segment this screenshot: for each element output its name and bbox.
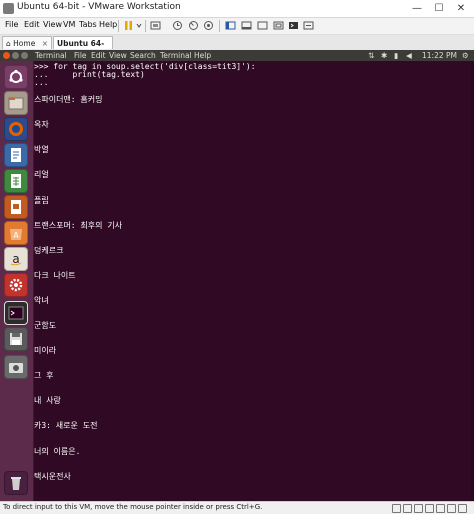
ubuntu-top-panel: Terminal File Edit View Search Terminal … bbox=[0, 50, 474, 61]
menu-vm[interactable]: VM bbox=[63, 20, 75, 29]
full-screen-icon[interactable] bbox=[257, 20, 268, 31]
window-minimize-icon[interactable] bbox=[12, 52, 19, 59]
maximize-button[interactable]: ☐ bbox=[428, 0, 450, 17]
menu-help[interactable]: Help bbox=[99, 20, 117, 29]
close-icon[interactable]: × bbox=[42, 39, 48, 48]
home-icon: ⌂ bbox=[6, 39, 11, 48]
terminal-line: 박열 bbox=[34, 145, 49, 154]
terminal-line: 플립 bbox=[34, 196, 49, 205]
status-text: To direct input to this VM, move the mou… bbox=[3, 503, 263, 511]
trash-icon[interactable] bbox=[4, 471, 28, 495]
terminal-line: 미이라 bbox=[34, 346, 57, 355]
vmware-menubar: File Edit View VM Tabs Help bbox=[0, 18, 474, 35]
clock[interactable]: 11:22 PM bbox=[422, 51, 457, 60]
display-icon[interactable] bbox=[458, 504, 467, 513]
terminal-line: ... bbox=[34, 78, 49, 87]
snapshot-manager-icon[interactable] bbox=[203, 20, 214, 31]
terminal-line: 그 후 bbox=[34, 371, 54, 380]
bluetooth-icon[interactable]: ✱ bbox=[381, 51, 387, 60]
window-title: Ubuntu 64-bit - VMware Workstation bbox=[17, 2, 181, 12]
cd-drive-icon[interactable] bbox=[403, 504, 412, 513]
terminal-line: 내 사랑 bbox=[34, 396, 61, 405]
power-gear-icon[interactable]: ⚙ bbox=[462, 51, 469, 60]
settings-icon[interactable] bbox=[4, 273, 28, 297]
stretch-guest-icon[interactable] bbox=[303, 20, 314, 31]
tab-label: Home bbox=[13, 39, 36, 48]
vm-tab-bar: ⌂ Home × Ubuntu 64-bit × bbox=[0, 35, 474, 61]
revert-snapshot-icon[interactable] bbox=[188, 20, 199, 31]
menu-view[interactable]: View bbox=[43, 20, 62, 29]
software-center-icon[interactable]: A bbox=[4, 221, 28, 245]
menu-edit[interactable]: Edit bbox=[91, 51, 106, 60]
printer-icon[interactable] bbox=[447, 504, 456, 513]
window-title-bar: Ubuntu 64-bit - VMware Workstation — ☐ ✕ bbox=[0, 0, 474, 18]
show-library-icon[interactable] bbox=[225, 20, 236, 31]
terminal-line: 너의 이름은. bbox=[34, 447, 81, 456]
terminal-output[interactable]: >>> for tag in soup.select('div[class=ti… bbox=[34, 61, 474, 501]
camera-icon[interactable] bbox=[4, 355, 28, 379]
volume-icon[interactable]: ◀ bbox=[406, 51, 412, 60]
menu-search[interactable]: Search bbox=[130, 51, 156, 60]
terminal-line: 덩케르크 bbox=[34, 246, 64, 255]
unity-mode-icon[interactable] bbox=[273, 20, 284, 31]
terminal-line: 트랜스포머: 최후의 기사 bbox=[34, 221, 123, 230]
files-icon[interactable] bbox=[4, 91, 28, 115]
hard-disk-icon[interactable] bbox=[392, 504, 401, 513]
menu-help[interactable]: Help bbox=[194, 51, 211, 60]
vm-display[interactable]: Terminal File Edit View Search Terminal … bbox=[0, 50, 474, 501]
menu-file[interactable]: File bbox=[74, 51, 87, 60]
vmware-app-icon bbox=[3, 3, 14, 14]
console-view-icon[interactable] bbox=[288, 20, 299, 31]
terminal-line: 군함도 bbox=[34, 321, 57, 330]
svg-text:A: A bbox=[13, 231, 19, 240]
ubuntu-dash-icon[interactable] bbox=[4, 65, 28, 89]
menu-edit[interactable]: Edit bbox=[24, 20, 40, 29]
chevron-down-icon[interactable] bbox=[136, 20, 142, 31]
minimize-button[interactable]: — bbox=[406, 0, 428, 17]
terminal-line: ... print(tag.text) bbox=[34, 70, 145, 79]
impress-icon[interactable] bbox=[4, 195, 28, 219]
toolbar-separator bbox=[118, 20, 119, 32]
menu-terminal[interactable]: Terminal bbox=[160, 51, 192, 60]
network-adapter-icon[interactable] bbox=[414, 504, 423, 513]
close-button[interactable]: ✕ bbox=[450, 0, 472, 17]
save-icon[interactable] bbox=[4, 327, 28, 351]
toolbar-separator bbox=[219, 20, 220, 32]
menu-view[interactable]: View bbox=[109, 51, 127, 60]
terminal-line: 악녀 bbox=[34, 296, 49, 305]
terminal-line: 스파이더맨: 홈커밍 bbox=[34, 95, 103, 104]
writer-icon[interactable] bbox=[4, 143, 28, 167]
network-icon[interactable]: ⇅ bbox=[368, 51, 374, 60]
menu-tabs[interactable]: Tabs bbox=[79, 20, 97, 29]
app-menu-title: Terminal bbox=[35, 51, 67, 60]
menu-file[interactable]: File bbox=[5, 20, 18, 29]
usb-icon[interactable] bbox=[425, 504, 434, 513]
calc-icon[interactable] bbox=[4, 169, 28, 193]
toolbar-separator bbox=[145, 20, 146, 32]
amazon-icon[interactable]: a bbox=[4, 247, 28, 271]
snapshot-icon[interactable] bbox=[172, 20, 183, 31]
unity-launcher: A a bbox=[0, 61, 34, 501]
thumbnail-bar-icon[interactable] bbox=[241, 20, 252, 31]
window-maximize-icon[interactable] bbox=[21, 52, 28, 59]
terminal-line: 리얼 bbox=[34, 170, 49, 179]
firefox-icon[interactable] bbox=[4, 117, 28, 141]
terminal-line: 다크 나이트 bbox=[34, 271, 76, 280]
pause-icon[interactable] bbox=[123, 20, 134, 31]
sound-icon[interactable] bbox=[436, 504, 445, 513]
terminal-line: 카3: 새로운 도전 bbox=[34, 421, 98, 430]
vmware-status-bar: To direct input to this VM, move the mou… bbox=[0, 501, 474, 514]
tab-ubuntu[interactable]: Ubuntu 64-bit × bbox=[53, 36, 113, 61]
terminal-line: 택시운전사 bbox=[34, 472, 71, 481]
window-close-icon[interactable] bbox=[3, 52, 10, 59]
battery-icon[interactable]: ▮ bbox=[394, 51, 398, 60]
send-ctrl-alt-del-icon[interactable] bbox=[150, 20, 161, 31]
terminal-line: 옥자 bbox=[34, 120, 49, 129]
terminal-icon[interactable] bbox=[4, 301, 28, 325]
tab-home[interactable]: ⌂ Home × bbox=[2, 36, 52, 49]
